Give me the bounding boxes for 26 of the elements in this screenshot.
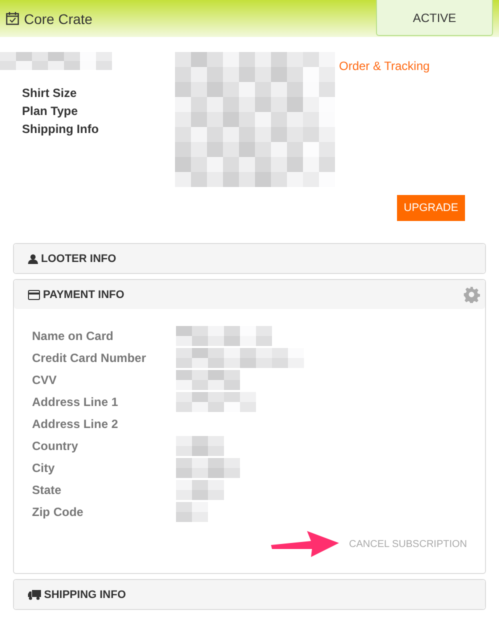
settings-icon[interactable]: [463, 286, 480, 303]
panel-header[interactable]: LOOTER INFO: [14, 244, 485, 273]
status-tab[interactable]: ACTIVE: [376, 0, 493, 36]
field-label: Name on Card: [32, 329, 114, 343]
panel-title: LOOTER INFO: [41, 252, 118, 264]
field-label: Address Line 1: [32, 395, 120, 409]
truck-icon: [28, 590, 41, 600]
panel-title: PAYMENT INFO: [43, 288, 126, 300]
field-label: Shipping Info: [22, 121, 100, 138]
panel-header[interactable]: SHIPPING INFO: [14, 580, 485, 609]
field-label: City: [32, 461, 56, 475]
field-label: Country: [32, 439, 79, 453]
field-label: Plan Type: [22, 103, 79, 120]
field-label: Credit Card Number: [32, 351, 148, 365]
panel-title: SHIPPING INFO: [44, 588, 127, 600]
field-label: Shirt Size: [22, 85, 78, 102]
field-label: Address Line 2: [32, 417, 120, 431]
panel-header[interactable]: PAYMENT INFO: [14, 280, 485, 309]
field-label: Zip Code: [32, 505, 84, 519]
field-label: CVV: [32, 373, 58, 387]
field-label: State: [32, 483, 62, 497]
arrow-drawing: [271, 529, 340, 559]
credit-card-icon: [28, 290, 40, 300]
calendar-check-icon: [6, 12, 19, 25]
user-icon: [28, 254, 38, 264]
crate-title: Core Crate: [24, 10, 92, 26]
